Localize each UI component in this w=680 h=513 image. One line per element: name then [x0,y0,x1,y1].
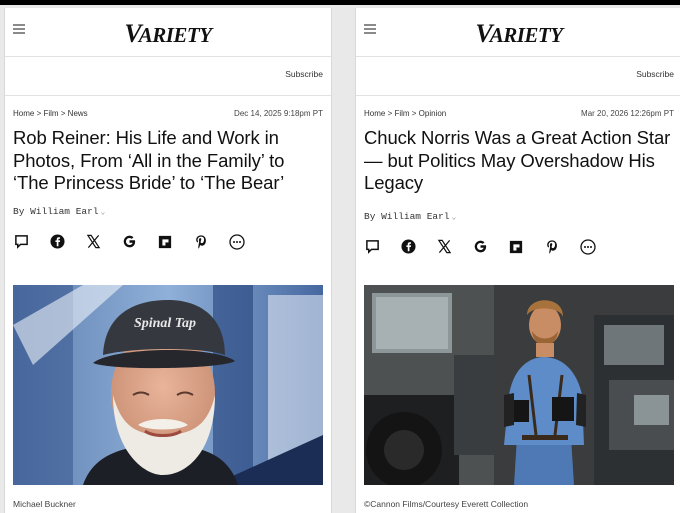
article-headline: Chuck Norris Was a Great Action Star — b… [364,127,671,193]
flipboard-icon[interactable] [508,239,524,255]
article-photo[interactable]: Spinal Tap [13,285,323,485]
site-header: VARIETY [356,8,680,57]
variety-logo[interactable]: VARIETY [356,19,680,49]
site-header: VARIETY [5,8,331,57]
breadcrumb[interactable]: Home > Film > Opinion [364,109,446,118]
article-meta: Home > Film > News Dec 14, 2025 9:18pm P… [5,106,331,124]
comment-icon[interactable] [13,234,29,250]
publish-date: Dec 14, 2025 9:18pm PT [234,109,323,118]
top-border [0,0,680,5]
photo-credit: Michael Buckner [13,499,76,509]
subscribe-bar: Subscribe [5,57,331,96]
x-icon[interactable] [85,234,101,250]
publish-date: Mar 20, 2026 12:26pm PT [581,109,674,118]
variety-logo[interactable]: VARIETY [5,19,331,49]
x-icon[interactable] [436,239,452,255]
chevron-down-icon: ⌄ [451,212,457,222]
more-icon[interactable] [580,238,596,255]
comment-icon[interactable] [364,239,380,255]
google-icon[interactable] [121,234,137,250]
subscribe-bar: Subscribe [356,57,680,96]
photo-credit: ©Cannon Films/Courtesy Everett Collectio… [364,499,529,509]
facebook-icon[interactable] [400,239,416,255]
facebook-icon[interactable] [49,234,65,250]
google-icon[interactable] [472,239,488,255]
flipboard-icon[interactable] [157,234,173,250]
cap-logo-text: Spinal Tap [134,316,196,331]
byline[interactable]: By William Earl ⌄ [364,211,680,222]
subscribe-link[interactable]: Subscribe [636,69,674,79]
share-bar [13,233,331,251]
subscribe-link[interactable]: Subscribe [285,69,323,79]
article-meta: Home > Film > Opinion Mar 20, 2026 12:26… [356,106,680,124]
article-photo[interactable] [364,285,674,485]
breadcrumb[interactable]: Home > Film > News [13,109,88,118]
chevron-down-icon: ⌄ [100,207,106,217]
left-article-panel: VARIETY Subscribe Home > Film > News Dec… [4,8,332,513]
share-bar [364,238,680,256]
pinterest-icon[interactable] [193,234,209,250]
right-article-panel: VARIETY Subscribe Home > Film > Opinion … [355,8,680,513]
byline[interactable]: By William Earl ⌄ [13,206,331,217]
article-headline: Rob Reiner: His Life and Work in Photos,… [13,127,285,193]
more-icon[interactable] [229,233,245,250]
pinterest-icon[interactable] [544,239,560,255]
